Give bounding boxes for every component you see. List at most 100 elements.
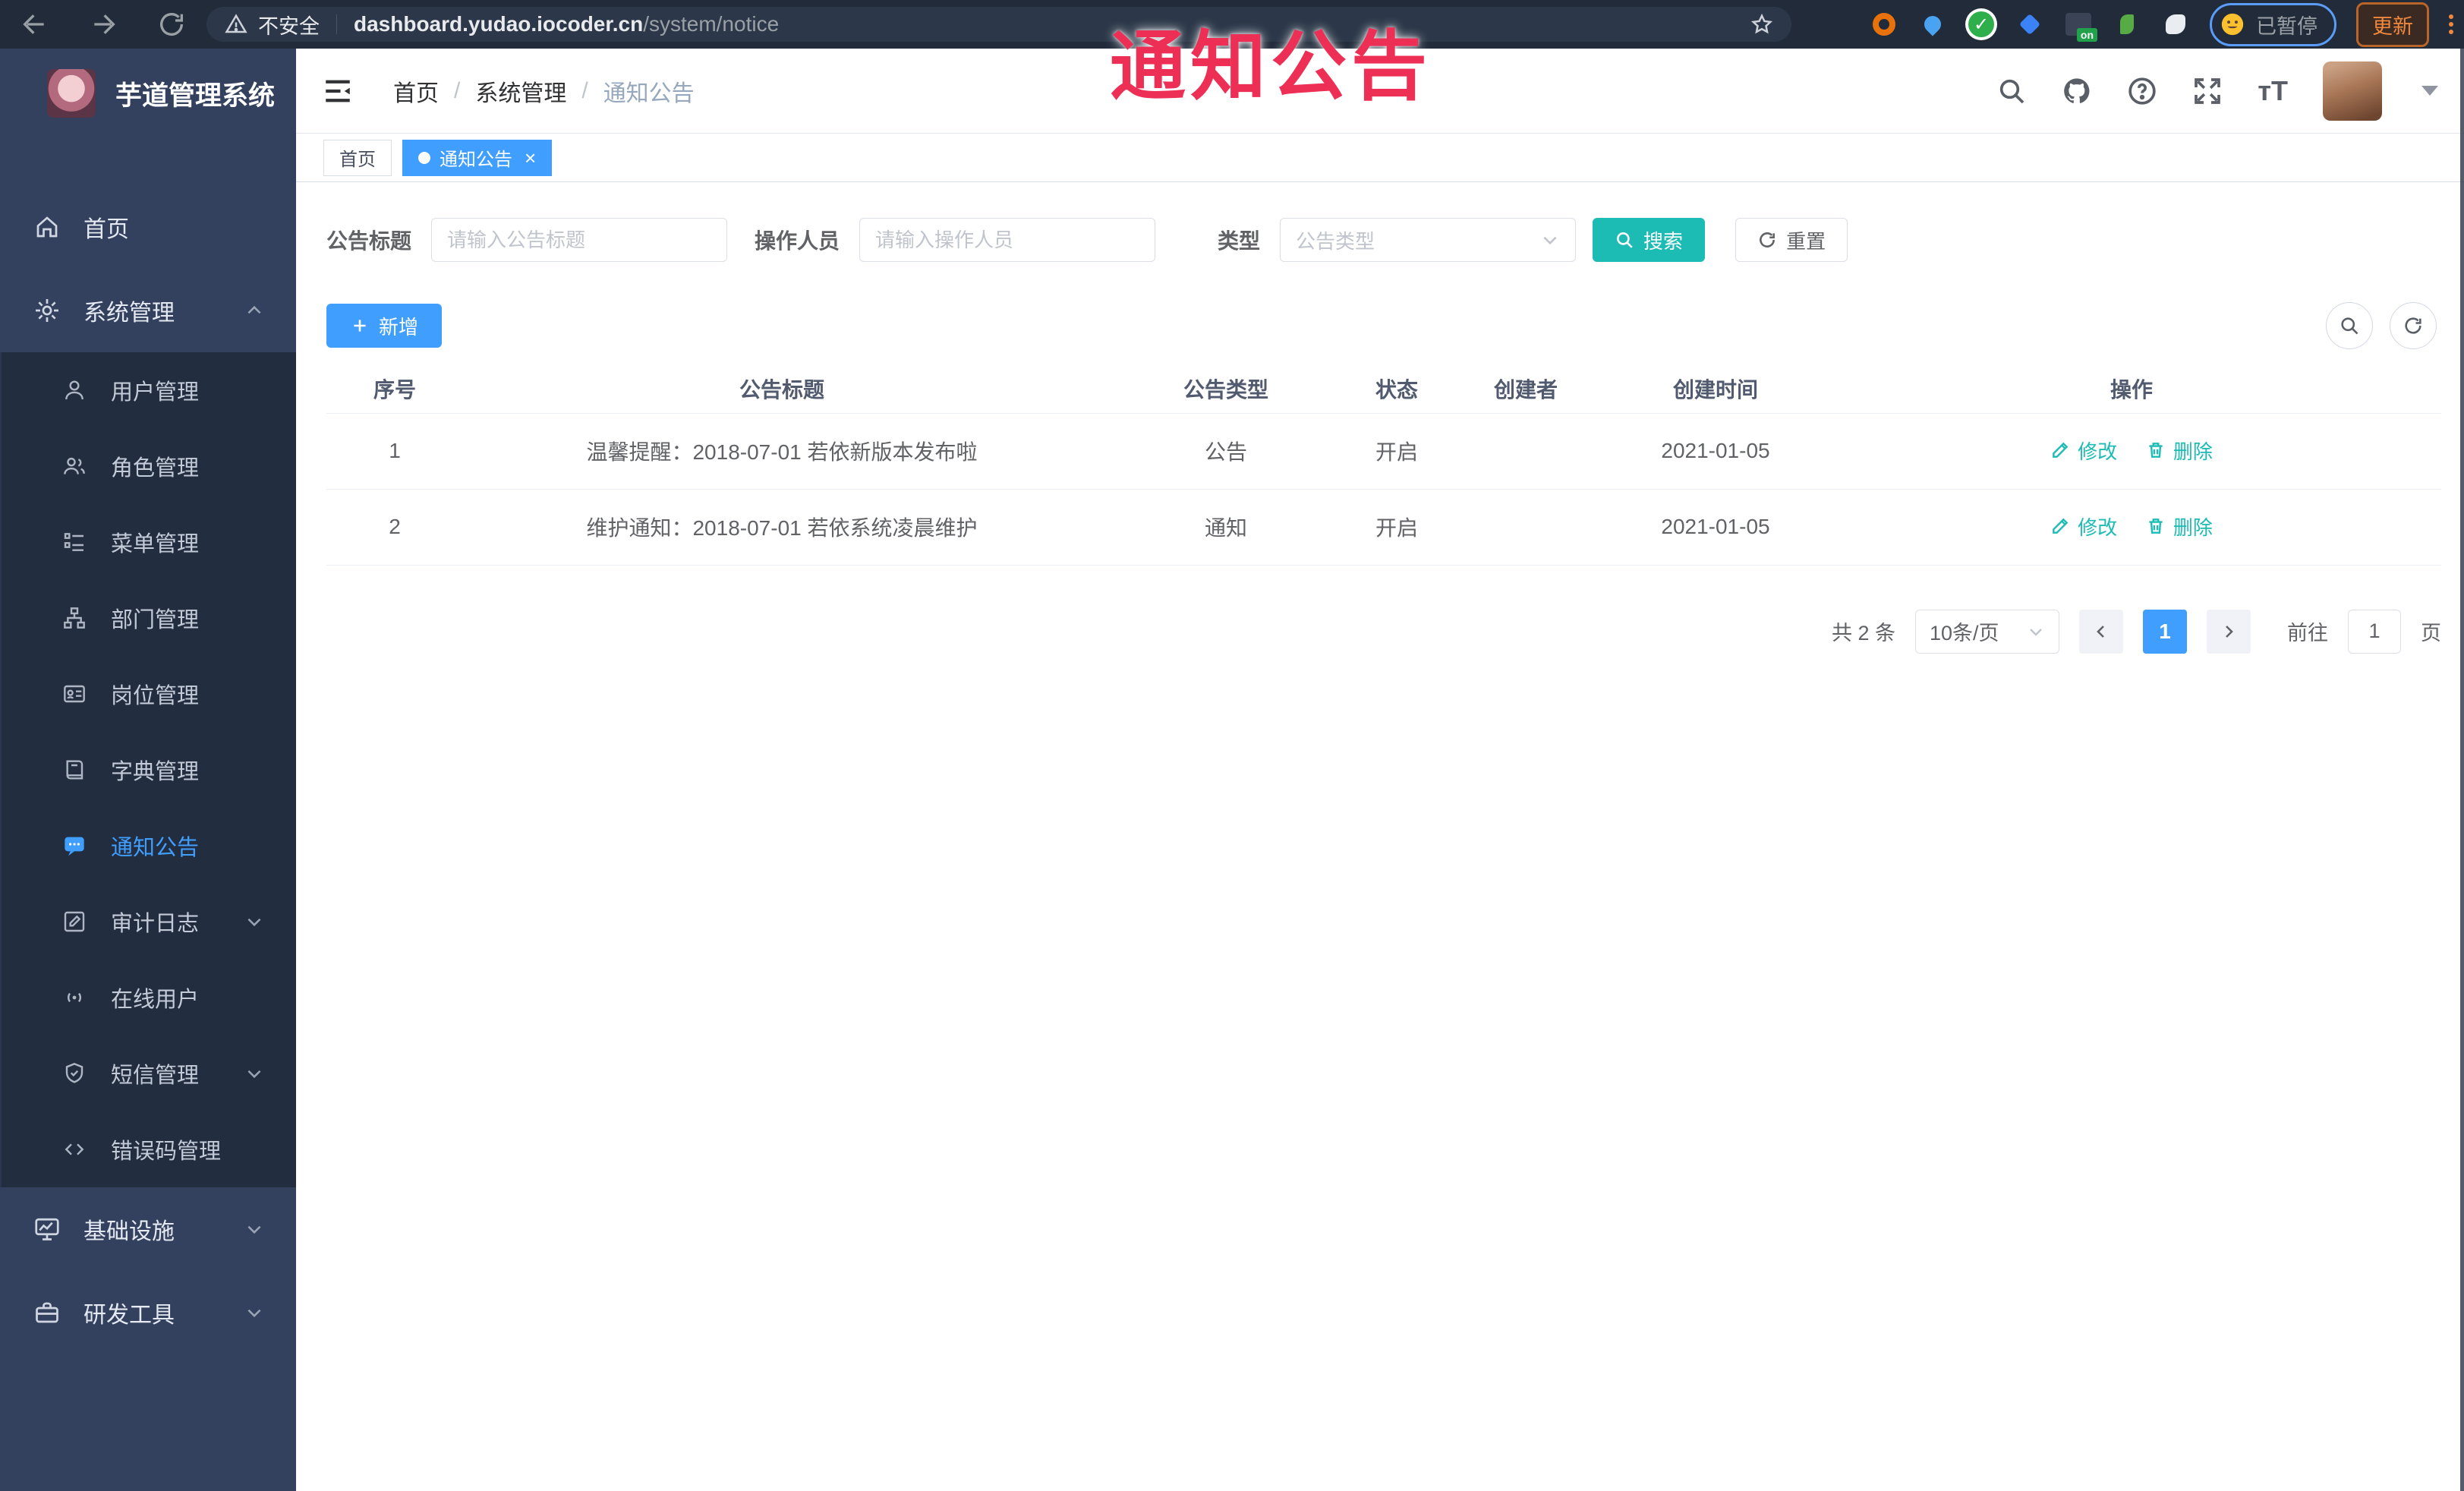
title-input[interactable] xyxy=(431,218,728,262)
profile-paused-pill[interactable]: 已暂停 xyxy=(2210,2,2336,46)
fullscreen-icon[interactable] xyxy=(2192,76,2223,106)
top-navbar: 首页 / 系统管理 / 通知公告 тT xyxy=(296,49,2464,134)
sidebar-item-dict[interactable]: 字典管理 xyxy=(2,732,296,808)
col-index: 序号 xyxy=(326,364,463,414)
operator-input[interactable] xyxy=(859,218,1156,262)
logo-image xyxy=(47,69,96,118)
url-host: dashboard.yudao.iocoder.cn xyxy=(354,12,644,36)
sidebar-item-posts[interactable]: 岗位管理 xyxy=(2,656,296,732)
cell-index: 2 xyxy=(326,489,463,566)
code-icon xyxy=(65,1143,84,1155)
chevron-down-icon xyxy=(247,1309,261,1318)
breadcrumb-system[interactable]: 系统管理 xyxy=(475,74,566,108)
refresh-table-button[interactable] xyxy=(2390,302,2437,349)
tag-label: 首页 xyxy=(339,150,376,170)
title-field-label: 公告标题 xyxy=(326,229,412,253)
sidebar-item-dev-tools[interactable]: 研发工具 xyxy=(0,1271,296,1354)
sidebar-item-audit-log[interactable]: 审计日志 xyxy=(2,884,296,960)
sidebar-item-system[interactable]: 系统管理 xyxy=(0,269,296,352)
active-dot xyxy=(418,151,430,164)
search-button[interactable]: 搜索 xyxy=(1593,218,1706,262)
extension-location-icon[interactable] xyxy=(1918,10,1947,39)
paused-label: 已暂停 xyxy=(2256,14,2317,38)
cell-creator xyxy=(1442,413,1609,490)
table-header-row: 序号 公告标题 公告类型 状态 创建者 创建时间 操作 xyxy=(326,364,2441,414)
sidebar-item-users[interactable]: 用户管理 xyxy=(2,352,296,428)
sidebar-item-label: 字典管理 xyxy=(111,760,200,784)
extension-gem-icon[interactable] xyxy=(2015,10,2044,39)
extension-sprout-icon[interactable] xyxy=(2113,10,2141,39)
extension-ring-icon[interactable] xyxy=(1870,10,1898,39)
sidebar-item-menus[interactable]: 菜单管理 xyxy=(2,504,296,580)
col-title: 公告标题 xyxy=(463,364,1101,414)
reload-icon[interactable] xyxy=(156,9,187,39)
sidebar-item-label: 在线用户 xyxy=(111,988,200,1012)
toolbox-icon xyxy=(36,1302,58,1323)
back-icon[interactable] xyxy=(20,9,50,39)
search-button-label: 搜索 xyxy=(1643,229,1684,253)
col-status: 状态 xyxy=(1351,364,1442,414)
avatar[interactable] xyxy=(2323,61,2382,121)
help-icon[interactable] xyxy=(2127,76,2157,106)
tag-notice[interactable]: 通知公告 × xyxy=(402,139,553,176)
sidebar-item-online-users[interactable]: 在线用户 xyxy=(2,960,296,1036)
reset-button[interactable]: 重置 xyxy=(1735,218,1848,262)
chevron-down-icon xyxy=(247,1070,261,1079)
bookmark-star-icon[interactable] xyxy=(1750,13,1773,36)
edit-link[interactable]: 修改 xyxy=(2050,437,2117,465)
search-form: 公告标题 操作人员 类型 公告类型 搜索 重置 xyxy=(326,217,2441,263)
tag-home[interactable]: 首页 xyxy=(323,139,392,176)
col-creator: 创建者 xyxy=(1442,364,1609,414)
extension-on-badge-icon[interactable]: on xyxy=(2064,10,2097,42)
pagination: 共 2 条 10条/页 1 前往 页 xyxy=(326,609,2441,654)
search-icon[interactable] xyxy=(1996,76,2027,106)
sidebar: 芋道管理系统 首页 系统管理 用户管理 角色管理 菜单管理 部门管理 岗位管理 … xyxy=(0,49,296,1491)
add-button[interactable]: 新增 xyxy=(326,304,443,348)
reset-button-label: 重置 xyxy=(1786,229,1826,253)
browser-update-button[interactable]: 更新 xyxy=(2356,2,2429,47)
edit-label: 修改 xyxy=(2078,515,2118,539)
menu-list-icon xyxy=(64,533,83,551)
type-select[interactable]: 公告类型 xyxy=(1280,218,1577,262)
github-icon[interactable] xyxy=(2062,76,2092,106)
trash-icon xyxy=(2149,443,2163,459)
extension-puzzle-icon[interactable] xyxy=(2161,10,2190,39)
goto-page-input[interactable] xyxy=(2348,609,2401,654)
sidebar-item-notice[interactable]: 通知公告 xyxy=(2,808,296,884)
edit-label: 修改 xyxy=(2078,440,2118,463)
page-size-select[interactable]: 10条/页 xyxy=(1915,609,2059,654)
sidebar-item-error-codes[interactable]: 错误码管理 xyxy=(2,1111,296,1187)
delete-link[interactable]: 删除 xyxy=(2146,437,2213,465)
page-number-1[interactable]: 1 xyxy=(2143,609,2187,654)
address-bar[interactable]: 不安全 dashboard.yudao.iocoder.cn/system/no… xyxy=(206,7,1791,42)
sidebar-item-home[interactable]: 首页 xyxy=(0,185,296,269)
sidebar-item-departments[interactable]: 部门管理 xyxy=(2,580,296,656)
online-user-icon xyxy=(68,992,81,1003)
extension-check-icon[interactable]: ✓ xyxy=(1967,10,1996,39)
operator-field-label: 操作人员 xyxy=(755,229,840,253)
sidebar-item-sms[interactable]: 短信管理 xyxy=(2,1036,296,1111)
sidebar-fold-icon[interactable] xyxy=(322,75,354,107)
logo-row[interactable]: 芋道管理系统 xyxy=(0,49,296,138)
search-icon xyxy=(2341,317,2358,335)
book-icon xyxy=(66,760,83,780)
delete-link[interactable]: 删除 xyxy=(2146,512,2213,541)
prev-page-button[interactable] xyxy=(2079,609,2123,654)
tag-close-icon[interactable]: × xyxy=(525,148,536,168)
avatar-caret-icon[interactable] xyxy=(2421,86,2438,96)
right-toolbar xyxy=(2326,302,2437,349)
browser-menu-icon[interactable] xyxy=(2449,14,2453,34)
sidebar-item-roles[interactable]: 角色管理 xyxy=(2,428,296,504)
edit-link[interactable]: 修改 xyxy=(2050,512,2117,541)
toggle-search-button[interactable] xyxy=(2326,302,2373,349)
font-size-icon[interactable]: тT xyxy=(2258,75,2288,107)
plus-icon xyxy=(354,320,366,332)
delete-label: 删除 xyxy=(2173,440,2213,463)
next-page-button[interactable] xyxy=(2207,609,2251,654)
forward-icon[interactable] xyxy=(88,9,118,39)
users-icon xyxy=(64,457,85,474)
sidebar-item-infrastructure[interactable]: 基础设施 xyxy=(0,1187,296,1271)
cell-actions: 修改 删除 xyxy=(1822,413,2441,490)
window-scrollbar-edge[interactable] xyxy=(2460,49,2464,1491)
breadcrumb-home[interactable]: 首页 xyxy=(393,74,439,108)
